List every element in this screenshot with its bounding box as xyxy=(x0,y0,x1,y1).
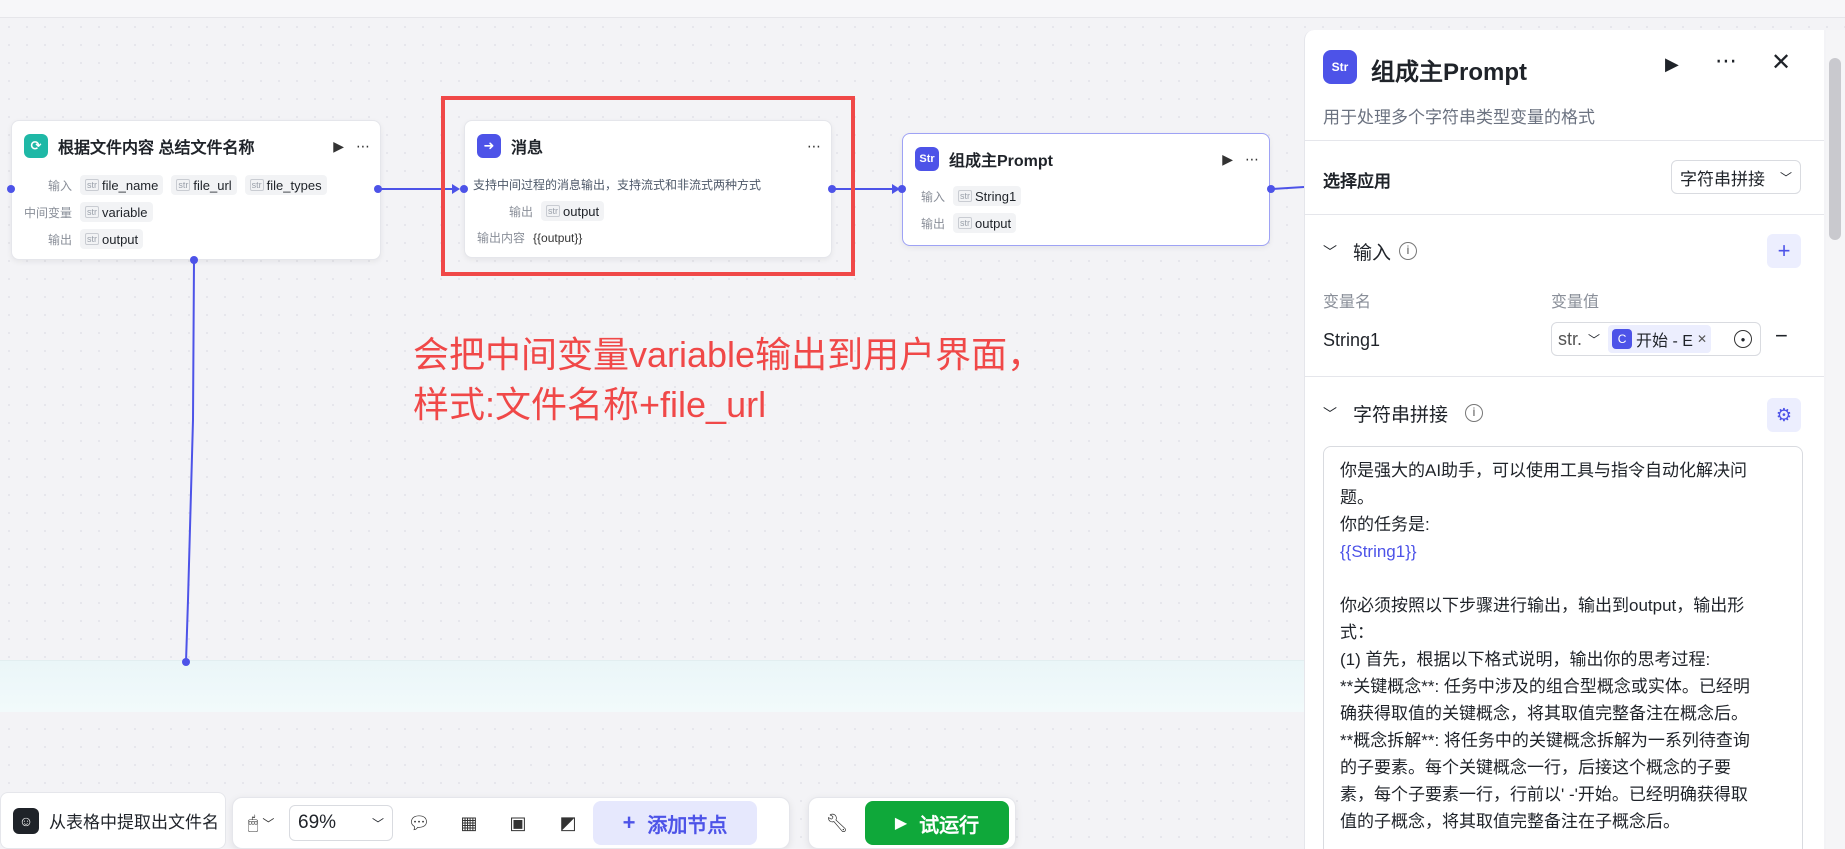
target-icon[interactable]: ● xyxy=(1734,330,1752,348)
node-summarize-filename[interactable]: ⟳ 根据文件内容 总结文件名称 ▶ ⋯ 输入 str file_name str f… xyxy=(11,120,381,260)
port-in[interactable] xyxy=(7,185,15,193)
node-title: 组成主Prompt xyxy=(949,153,1054,170)
node-extract-filename[interactable]: ☺ 从表格中提取出文件名 xyxy=(0,792,226,849)
port-in[interactable] xyxy=(898,185,906,193)
panel-scroll-thumb[interactable] xyxy=(1829,58,1841,240)
more-icon[interactable]: ⋯ xyxy=(1245,151,1259,168)
zoom-select[interactable]: 69% ﹀ xyxy=(289,805,393,841)
concat-template-textarea[interactable]: 你是强大的AI助手，可以使用工具与指令自动化解决问 题。 你的任务是: {{St… xyxy=(1323,446,1803,849)
gear-icon[interactable]: ⚙ xyxy=(1767,398,1801,432)
wrench-icon[interactable]: 🔧︎ xyxy=(809,813,865,834)
minimap-icon[interactable]: ◩ xyxy=(543,813,593,834)
select-app-label: 选择应用 xyxy=(1323,172,1391,191)
edge-prompt-next xyxy=(1271,186,1305,190)
var-tag: str file_types xyxy=(244,175,327,195)
run-icon[interactable]: ▶ xyxy=(1665,54,1679,75)
var-tag: str output xyxy=(953,213,1017,233)
chevron-down-icon[interactable]: ﹀ xyxy=(1323,404,1337,424)
plus-icon: + xyxy=(622,810,636,835)
output-label: 输出 xyxy=(47,232,72,247)
node-settings-panel: Str 组成主Prompt ▶ ⋯ ✕ 用于处理多个字符串类型变量的格式 选择应… xyxy=(1304,30,1824,849)
output-label: 输出 xyxy=(920,216,945,231)
annotation-text: 会把中间变量variable输出到用户界面， 样式:文件名称+file_url xyxy=(413,334,1044,425)
test-run-button[interactable]: ▶ 试运行 xyxy=(865,801,1009,845)
image-icon[interactable]: ▣ xyxy=(493,813,543,834)
panel-subtitle: 用于处理多个字符串类型变量的格式 xyxy=(1323,108,1595,127)
select-app-dropdown[interactable]: 字符串拼接 ﹀ xyxy=(1671,160,1801,194)
var-tag: str file_name xyxy=(80,175,164,195)
mouse-mode-icon[interactable]: 🖱︎ ﹀ xyxy=(233,813,289,834)
input-section-title: 输入 xyxy=(1353,243,1392,264)
info-icon[interactable]: i xyxy=(1399,242,1417,260)
var-tag: str variable xyxy=(80,202,153,222)
remove-icon: ✕ xyxy=(1696,332,1707,346)
input-label: 输入 xyxy=(47,178,72,193)
edge-down xyxy=(185,259,195,663)
highlight-box xyxy=(441,96,855,276)
string-icon: Str xyxy=(1323,50,1357,84)
layout-icon[interactable]: ▦ xyxy=(445,813,493,834)
var-tag: str output xyxy=(80,229,144,249)
bot-icon: ☺ xyxy=(13,807,39,834)
concat-section-title: 字符串拼接 xyxy=(1353,405,1449,426)
info-icon[interactable]: i xyxy=(1465,404,1483,422)
string-icon: Str xyxy=(915,147,939,171)
port-lower[interactable] xyxy=(182,658,190,666)
more-icon[interactable]: ⋯ xyxy=(1715,48,1737,74)
col-name-header: 变量名 xyxy=(1323,294,1372,311)
variable-placeholder: {{String1}} xyxy=(1340,542,1417,561)
col-value-header: 变量值 xyxy=(1551,294,1600,311)
mid-label: 中间变量 xyxy=(23,205,72,220)
more-icon[interactable]: ⋯ xyxy=(356,138,370,155)
node-title: 根据文件内容 总结文件名称 xyxy=(58,140,255,157)
close-icon[interactable]: ✕ xyxy=(1771,48,1791,77)
run-node-icon[interactable]: ▶ xyxy=(333,138,344,155)
port-bottom[interactable] xyxy=(190,256,198,264)
chevron-down-icon: ﹀ xyxy=(1779,170,1792,185)
node-title: 从表格中提取出文件名 xyxy=(49,813,219,832)
chevron-down-icon[interactable]: ﹀ xyxy=(1323,242,1337,262)
play-icon: ▶ xyxy=(894,815,908,832)
var-tag: str String1 xyxy=(953,186,1022,206)
var-name-field[interactable]: String1 xyxy=(1323,330,1380,351)
canvas-toolbar: 🖱︎ ﹀ 69% ﹀ 💬︎ ▦ ▣ ◩ + 添加节点 xyxy=(232,797,790,849)
add-node-button[interactable]: + 添加节点 xyxy=(593,801,757,845)
node-compose-prompt[interactable]: Str 组成主Prompt ▶ ⋯ 输入 str String1 输出 str ou… xyxy=(902,133,1270,246)
remove-input-button[interactable]: − xyxy=(1775,323,1788,349)
run-node-icon[interactable]: ▶ xyxy=(1222,151,1233,168)
loop-icon: ⟳ xyxy=(24,134,48,158)
var-tag: str file_url xyxy=(171,175,237,195)
chevron-down-icon: ﹀ xyxy=(1588,332,1601,347)
start-icon: C xyxy=(1612,329,1633,349)
var-reference-tag[interactable]: C 开始 - E ✕ xyxy=(1608,325,1711,353)
chevron-down-icon: ﹀ xyxy=(371,816,384,831)
panel-title[interactable]: 组成主Prompt xyxy=(1371,52,1527,87)
port-out[interactable] xyxy=(1267,185,1275,193)
comment-icon[interactable]: 💬︎ xyxy=(393,813,445,834)
port-out[interactable] xyxy=(374,185,382,193)
run-toolbar: 🔧︎ ▶ 试运行 xyxy=(808,797,1016,849)
var-type: str. xyxy=(1558,328,1583,349)
var-value-field[interactable]: str. ﹀ C 开始 - E ✕ ● xyxy=(1551,322,1761,356)
add-input-button[interactable]: + xyxy=(1767,234,1801,268)
